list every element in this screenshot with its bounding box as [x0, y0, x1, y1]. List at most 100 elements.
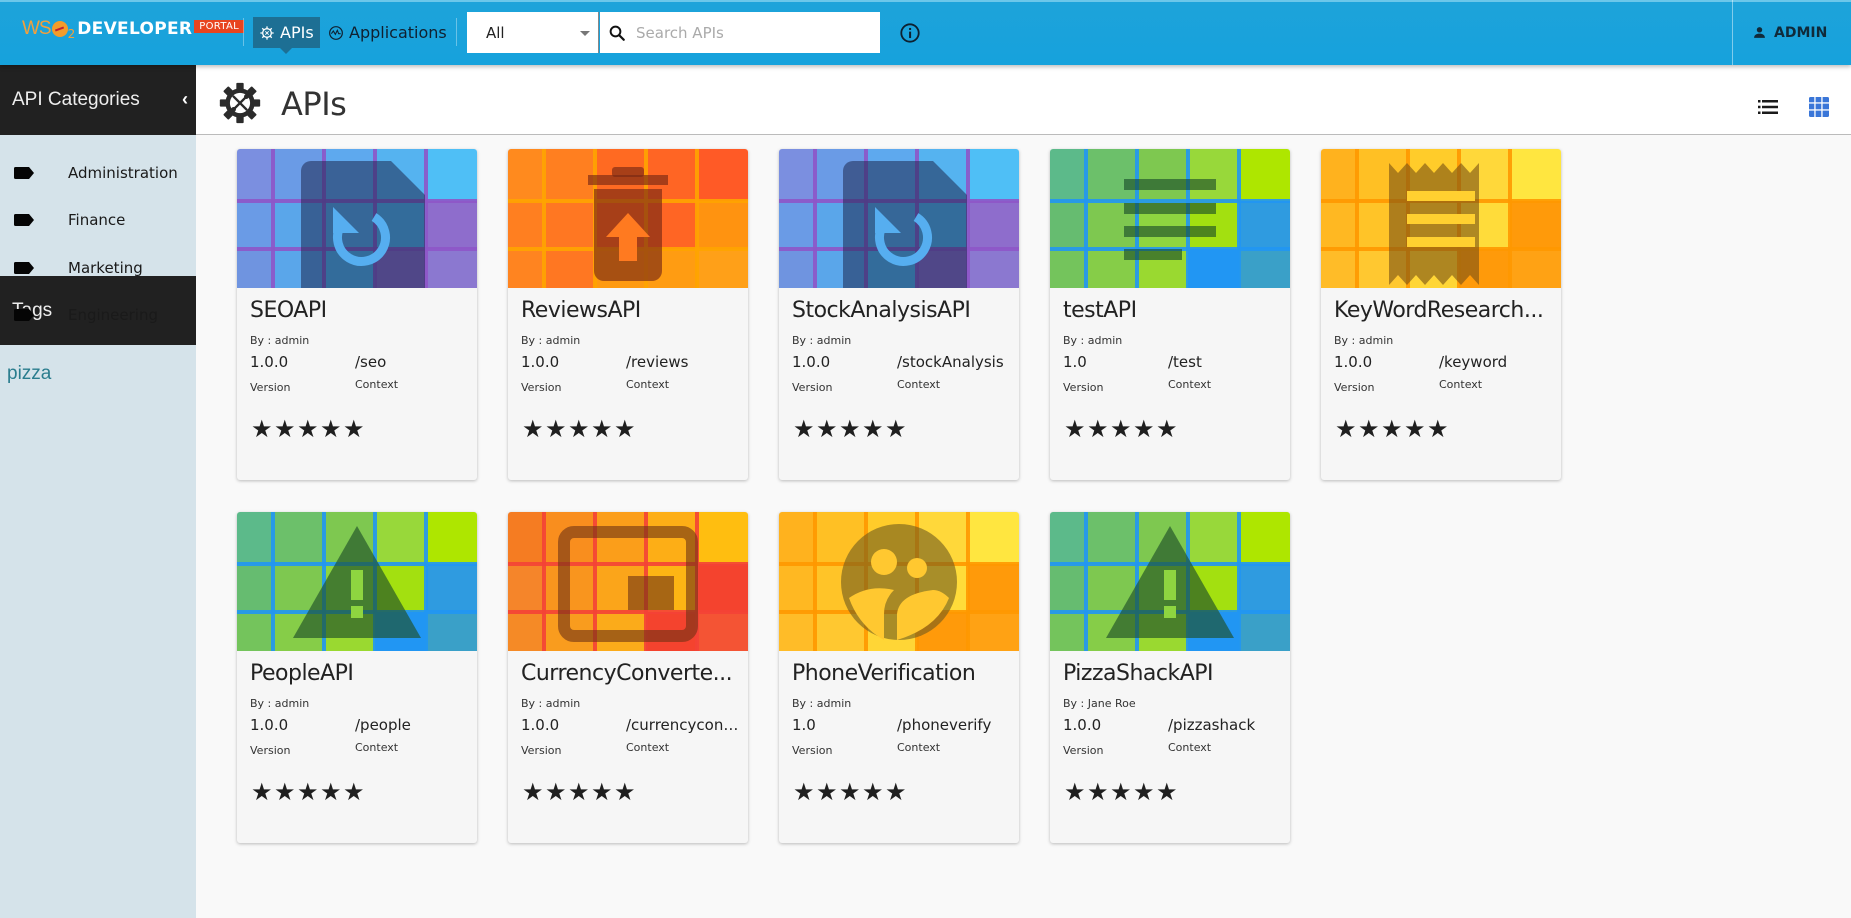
info-icon[interactable] [899, 22, 921, 44]
api-thumbnail[interactable] [237, 149, 477, 288]
tag-icon [14, 214, 34, 227]
list-view-icon[interactable] [1756, 95, 1780, 119]
api-card[interactable]: PhoneVerification By : admin 1.0 Version/ph… [779, 512, 1019, 843]
rating-star-icon[interactable]: ★ [251, 417, 274, 441]
rating-star-icon[interactable]: ★ [1110, 417, 1133, 441]
rating-star-icon[interactable]: ★ [793, 417, 816, 441]
api-name[interactable]: CurrencyConverte... [521, 661, 732, 686]
api-thumbnail-graphic [237, 512, 477, 651]
file-restore-icon [843, 161, 967, 288]
rating-star-icon[interactable]: ★ [1133, 780, 1156, 804]
api-name[interactable]: ReviewsAPI [521, 298, 641, 323]
api-card[interactable]: SEOAPI By : admin 1.0.0 Version/seo Context ★… [237, 149, 477, 480]
wso2-developer-portal-logo[interactable]: WS 2 DEVELOPER PORTAL [22, 18, 244, 41]
collapse-sidebar-chevron-left-icon[interactable]: ‹ [182, 89, 188, 110]
api-name[interactable]: PeopleAPI [250, 661, 353, 686]
rating-star-icon[interactable]: ★ [545, 417, 568, 441]
api-card[interactable]: ReviewsAPI By : admin 1.0.0 Version/reviews… [508, 149, 748, 480]
rating-star-icon[interactable]: ★ [522, 780, 545, 804]
api-thumbnail[interactable] [1050, 149, 1290, 288]
grid-view-icon[interactable] [1807, 95, 1831, 119]
rating-star-icon[interactable]: ★ [251, 780, 274, 804]
api-thumbnail[interactable] [779, 149, 1019, 288]
rating-star-icon[interactable]: ★ [297, 417, 320, 441]
rating-star-icon[interactable]: ★ [1087, 780, 1110, 804]
rating-star-icon[interactable]: ★ [885, 417, 908, 441]
rating-star-icon[interactable]: ★ [343, 417, 366, 441]
rating-star-icon[interactable]: ★ [1156, 780, 1179, 804]
logo-ws-text: WS [22, 18, 52, 39]
rating-star-icon[interactable]: ★ [1110, 780, 1133, 804]
rating-star-icon[interactable]: ★ [568, 780, 591, 804]
rating-star-icon[interactable]: ★ [1335, 417, 1358, 441]
rating-star-icon[interactable]: ★ [1358, 417, 1381, 441]
rating-star-icon[interactable]: ★ [568, 417, 591, 441]
rating-star-icon[interactable]: ★ [1087, 417, 1110, 441]
sidebar-item-administration[interactable]: Administration [0, 149, 196, 197]
api-thumbnail[interactable] [237, 512, 477, 651]
rating-star-icon[interactable]: ★ [591, 417, 614, 441]
version-label: Version [1063, 744, 1104, 757]
api-thumbnail[interactable] [1050, 512, 1290, 651]
api-card[interactable]: testAPI By : admin 1.0 Version/test Context ★… [1050, 149, 1290, 480]
api-thumbnail[interactable] [508, 149, 748, 288]
user-menu-button[interactable]: ADMIN [1732, 0, 1851, 65]
rating-star-icon[interactable]: ★ [816, 780, 839, 804]
api-thumbnail[interactable] [1321, 149, 1561, 288]
rating-star-icon[interactable]: ★ [274, 417, 297, 441]
api-thumbnail[interactable] [508, 512, 748, 651]
version-label: Version [250, 744, 291, 757]
api-name[interactable]: PhoneVerification [792, 661, 975, 686]
api-card[interactable]: PeopleAPI By : admin 1.0.0 Version/people Co… [237, 512, 477, 843]
rating-star-icon[interactable]: ★ [862, 417, 885, 441]
search-scope-select[interactable]: All [467, 12, 599, 53]
rating-star-icon[interactable]: ★ [522, 417, 545, 441]
header-divider [243, 18, 244, 46]
sidebar-item-finance[interactable]: Finance [0, 197, 196, 245]
rating-star-icon[interactable]: ★ [545, 780, 568, 804]
search-input[interactable] [636, 23, 856, 42]
rating-star-icon[interactable]: ★ [839, 417, 862, 441]
rating-star-icon[interactable]: ★ [862, 780, 885, 804]
rating-star-icon[interactable]: ★ [1427, 417, 1450, 441]
rating-star-icon[interactable]: ★ [1381, 417, 1404, 441]
rating-star-icon[interactable]: ★ [274, 780, 297, 804]
search-field[interactable] [600, 12, 880, 53]
rating-star-icon[interactable]: ★ [343, 780, 366, 804]
api-thumbnail-graphic [779, 512, 1019, 651]
api-name[interactable]: testAPI [1063, 298, 1137, 323]
api-card[interactable]: CurrencyConverte... By : admin 1.0.0 Versio… [508, 512, 748, 843]
rating-star-icon[interactable]: ★ [885, 780, 908, 804]
api-card[interactable]: KeyWordResearch... By : admin 1.0.0 Version… [1321, 149, 1561, 480]
sidebar-item-label: Marketing [68, 258, 143, 277]
author-prefix: By : [1063, 697, 1088, 710]
rating-star-icon[interactable]: ★ [320, 417, 343, 441]
page-title-bar: APIs [196, 65, 1851, 135]
rating-star-icon[interactable]: ★ [320, 780, 343, 804]
nav-tab-apis[interactable]: APIs [253, 17, 320, 54]
api-name[interactable]: KeyWordResearch... [1334, 298, 1543, 323]
rating-star-icon[interactable]: ★ [614, 780, 637, 804]
rating-star-icon[interactable]: ★ [614, 417, 637, 441]
rating-star-icon[interactable]: ★ [793, 780, 816, 804]
api-name[interactable]: PizzaShackAPI [1063, 661, 1213, 686]
rating-star-icon[interactable]: ★ [839, 780, 862, 804]
tag-link-pizza[interactable]: pizza [0, 345, 196, 385]
api-rating: ★ ★ ★ ★ ★ [251, 417, 366, 441]
api-context: /pizzashack [1168, 716, 1256, 734]
tag-icon [14, 261, 34, 274]
api-thumbnail[interactable] [779, 512, 1019, 651]
rating-star-icon[interactable]: ★ [816, 417, 839, 441]
api-name[interactable]: SEOAPI [250, 298, 327, 323]
rating-star-icon[interactable]: ★ [1064, 417, 1087, 441]
api-card[interactable]: PizzaShackAPI By : Jane Roe 1.0.0 Version/p… [1050, 512, 1290, 843]
rating-star-icon[interactable]: ★ [1404, 417, 1427, 441]
api-card[interactable]: StockAnalysisAPI By : admin 1.0.0 Version/s… [779, 149, 1019, 480]
rating-star-icon[interactable]: ★ [591, 780, 614, 804]
rating-star-icon[interactable]: ★ [1064, 780, 1087, 804]
rating-star-icon[interactable]: ★ [1156, 417, 1179, 441]
nav-tab-applications[interactable]: Applications [322, 17, 453, 48]
rating-star-icon[interactable]: ★ [297, 780, 320, 804]
rating-star-icon[interactable]: ★ [1133, 417, 1156, 441]
api-name[interactable]: StockAnalysisAPI [792, 298, 970, 323]
